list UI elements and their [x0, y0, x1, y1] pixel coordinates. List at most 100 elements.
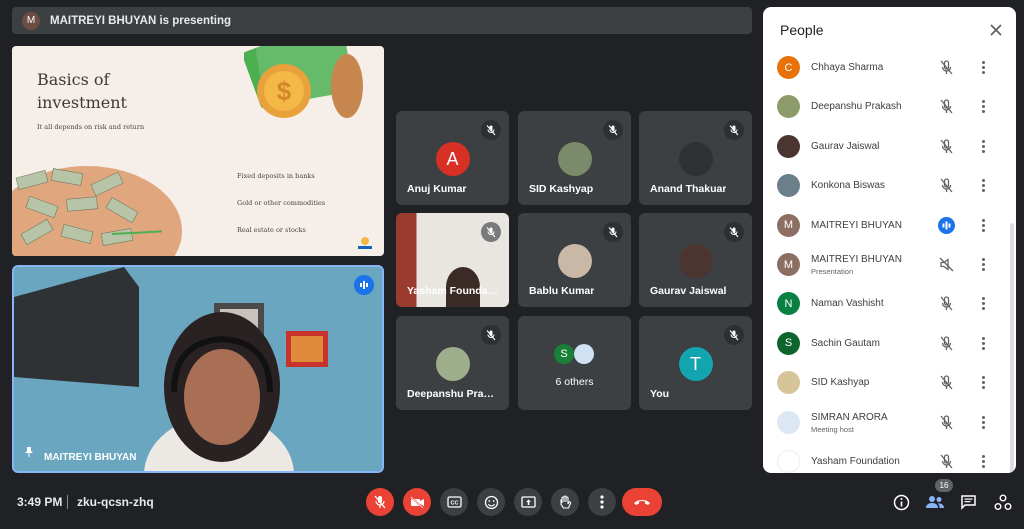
- avatar: S: [554, 344, 574, 364]
- present-screen-icon: [520, 495, 536, 508]
- participant-avatar: [777, 371, 800, 395]
- participant-row[interactable]: Konkona Biswas: [763, 166, 1016, 205]
- svg-text:CC: CC: [450, 501, 458, 507]
- participant-row[interactable]: Deepanshu Prakash: [763, 87, 1016, 126]
- participant-avatar: [557, 142, 592, 176]
- participant-avatar: [678, 244, 713, 278]
- hand-icon: [560, 494, 572, 509]
- captions-button[interactable]: CC: [440, 488, 468, 516]
- participant-row[interactable]: M MAITREYI BHUYAN Presentation: [763, 245, 1016, 284]
- pin-icon[interactable]: [23, 445, 35, 463]
- participant-tile[interactable]: S 6 others: [518, 316, 631, 410]
- participant-row[interactable]: Gaurav Jaiswal: [763, 127, 1016, 166]
- more-options-icon[interactable]: [978, 59, 988, 76]
- participant-tile[interactable]: SID Kashyap: [518, 111, 631, 205]
- participant-avatar: [678, 142, 713, 176]
- presenter-video-tile[interactable]: MAITREYI BHUYAN: [12, 265, 384, 473]
- present-now-button[interactable]: [514, 488, 542, 516]
- participant-role: Presentation: [811, 267, 854, 276]
- muted-icon: [724, 222, 744, 242]
- participant-role: Meeting host: [811, 424, 854, 434]
- more-options-icon[interactable]: [978, 453, 988, 470]
- close-icon[interactable]: [987, 21, 1005, 39]
- participant-avatar: [777, 450, 800, 473]
- slide-point-3: Real estate or stocks: [237, 226, 306, 234]
- participant-row[interactable]: SID Kashyap: [763, 363, 1016, 402]
- mic-off-icon: [940, 139, 953, 154]
- more-options-icon[interactable]: [978, 335, 988, 352]
- more-options-icon[interactable]: [978, 138, 988, 155]
- people-scrollbar[interactable]: [1010, 223, 1014, 473]
- participant-name: Gaurav Jaiswal: [811, 140, 880, 152]
- chat-icon: [960, 495, 976, 510]
- participant-avatar: [777, 410, 800, 434]
- participant-avatar: [777, 174, 800, 198]
- more-options-icon[interactable]: [978, 98, 988, 115]
- more-options-icon[interactable]: [978, 256, 988, 273]
- reactions-button[interactable]: [477, 488, 505, 516]
- participant-tile[interactable]: A Anuj Kumar: [396, 111, 509, 205]
- captions-icon: CC: [446, 496, 462, 508]
- participant-row[interactable]: N Naman Vashisht: [763, 284, 1016, 323]
- participant-name: MAITREYI BHUYAN: [811, 254, 902, 265]
- hang-up-icon: [634, 500, 650, 505]
- participant-name: Anand Thakuar: [650, 183, 727, 195]
- participant-avatar: M: [777, 253, 800, 276]
- presenter-video: [14, 267, 382, 471]
- participant-avatar: [777, 134, 800, 158]
- more-options-icon[interactable]: [978, 217, 988, 234]
- presenting-banner: M MAITREYI BHUYAN is presenting: [12, 7, 752, 34]
- more-options-icon[interactable]: [978, 374, 988, 391]
- people-panel: People C Chhaya Sharma Deepanshu Prakash Ga…: [763, 7, 1016, 473]
- participant-row[interactable]: Yasham Foundation: [763, 442, 1016, 473]
- participant-name: Gaurav Jaiswal: [650, 285, 727, 297]
- participant-row[interactable]: SIMRAN ARORA Meeting host: [763, 403, 1016, 442]
- mic-off-icon: [940, 414, 953, 430]
- participant-row[interactable]: S Sachin Gautam: [763, 324, 1016, 363]
- mic-off-icon: [940, 99, 953, 114]
- chat-button[interactable]: [957, 491, 979, 513]
- activities-button[interactable]: [992, 491, 1014, 513]
- participant-tile[interactable]: Anand Thakuar: [639, 111, 752, 205]
- participant-tile[interactable]: T You: [639, 316, 752, 410]
- participant-tile[interactable]: Bablu Kumar: [518, 213, 631, 307]
- participant-name: SID Kashyap: [811, 377, 870, 389]
- more-options-icon[interactable]: [978, 295, 988, 312]
- participant-name: Deepanshu Praka...: [407, 388, 499, 400]
- participant-avatar: [557, 244, 592, 278]
- participant-avatar: M: [777, 213, 800, 237]
- money-illustration: $: [244, 46, 363, 118]
- participant-tile[interactable]: Gaurav Jaiswal: [639, 213, 752, 307]
- participant-name: Sachin Gautam: [811, 337, 880, 349]
- svg-text:$: $: [277, 76, 292, 106]
- camera-off-button[interactable]: [403, 488, 431, 516]
- leave-call-button[interactable]: [622, 488, 662, 516]
- muted-icon: [481, 120, 501, 140]
- speaking-indicator-icon: [938, 216, 955, 234]
- participant-avatar: [777, 95, 800, 119]
- activities-icon: [994, 494, 1012, 510]
- microphone-off-button[interactable]: [366, 488, 394, 516]
- participant-tile[interactable]: Deepanshu Praka...: [396, 316, 509, 410]
- divider: [67, 495, 68, 509]
- raise-hand-button[interactable]: [551, 488, 579, 516]
- people-button[interactable]: [924, 491, 946, 513]
- slide-point-2: Gold or other commodities: [237, 199, 326, 207]
- more-options-button[interactable]: [588, 488, 616, 516]
- participant-avatar: T: [678, 347, 713, 381]
- participant-name: 6 others: [555, 376, 594, 388]
- participant-row[interactable]: M MAITREYI BHUYAN: [763, 206, 1016, 245]
- presentation-slide[interactable]: $ Basics of investment It all depends on…: [12, 46, 384, 256]
- more-vert-icon: [600, 495, 604, 509]
- mic-off-icon: [940, 296, 953, 311]
- more-options-icon[interactable]: [978, 177, 988, 194]
- participant-name: SIMRAN ARORA: [811, 411, 888, 423]
- slide-point-1: Fixed deposits in banks: [237, 172, 315, 180]
- mic-off-icon: [940, 375, 953, 390]
- participant-row[interactable]: C Chhaya Sharma: [763, 48, 1016, 87]
- participant-tile[interactable]: Yasham Foundati...: [396, 213, 509, 307]
- meeting-details-button[interactable]: [890, 491, 912, 513]
- more-options-icon[interactable]: [978, 414, 988, 431]
- avatar: [574, 344, 594, 364]
- muted-icon: [724, 325, 744, 345]
